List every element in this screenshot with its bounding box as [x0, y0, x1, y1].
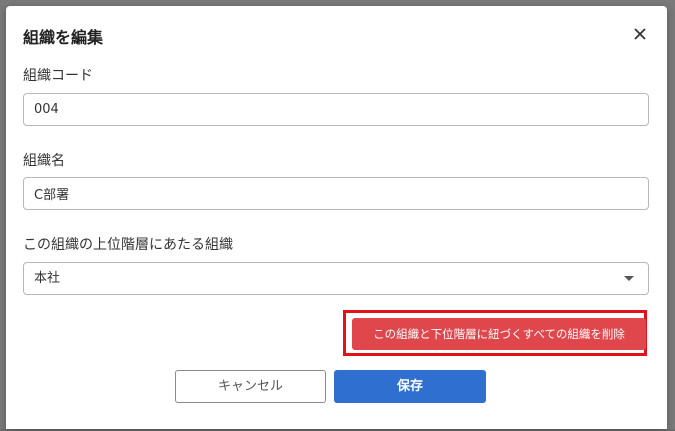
parent-org-label: この組織の上位階層にあたる組織 — [23, 237, 233, 253]
edit-organization-dialog: 組織を編集 組織コード 組織名 この組織の上位階層にあたる組織 本社 — [6, 6, 667, 429]
org-name-input[interactable] — [23, 177, 649, 210]
chevron-down-icon — [624, 276, 634, 281]
org-code-input[interactable] — [23, 93, 649, 126]
dialog-title: 組織を編集 — [23, 28, 104, 47]
org-code-label: 組織コード — [23, 68, 93, 84]
delete-org-and-children-button[interactable]: この組織と下位階層に紐づくすべての組織を削除 — [352, 318, 646, 350]
parent-org-selected-value: 本社 — [34, 271, 61, 286]
cancel-button[interactable]: キャンセル — [175, 370, 326, 403]
save-button[interactable]: 保存 — [334, 370, 486, 403]
org-name-label: 組織名 — [23, 153, 65, 169]
close-icon[interactable] — [630, 24, 650, 44]
parent-org-select[interactable]: 本社 — [23, 262, 649, 295]
